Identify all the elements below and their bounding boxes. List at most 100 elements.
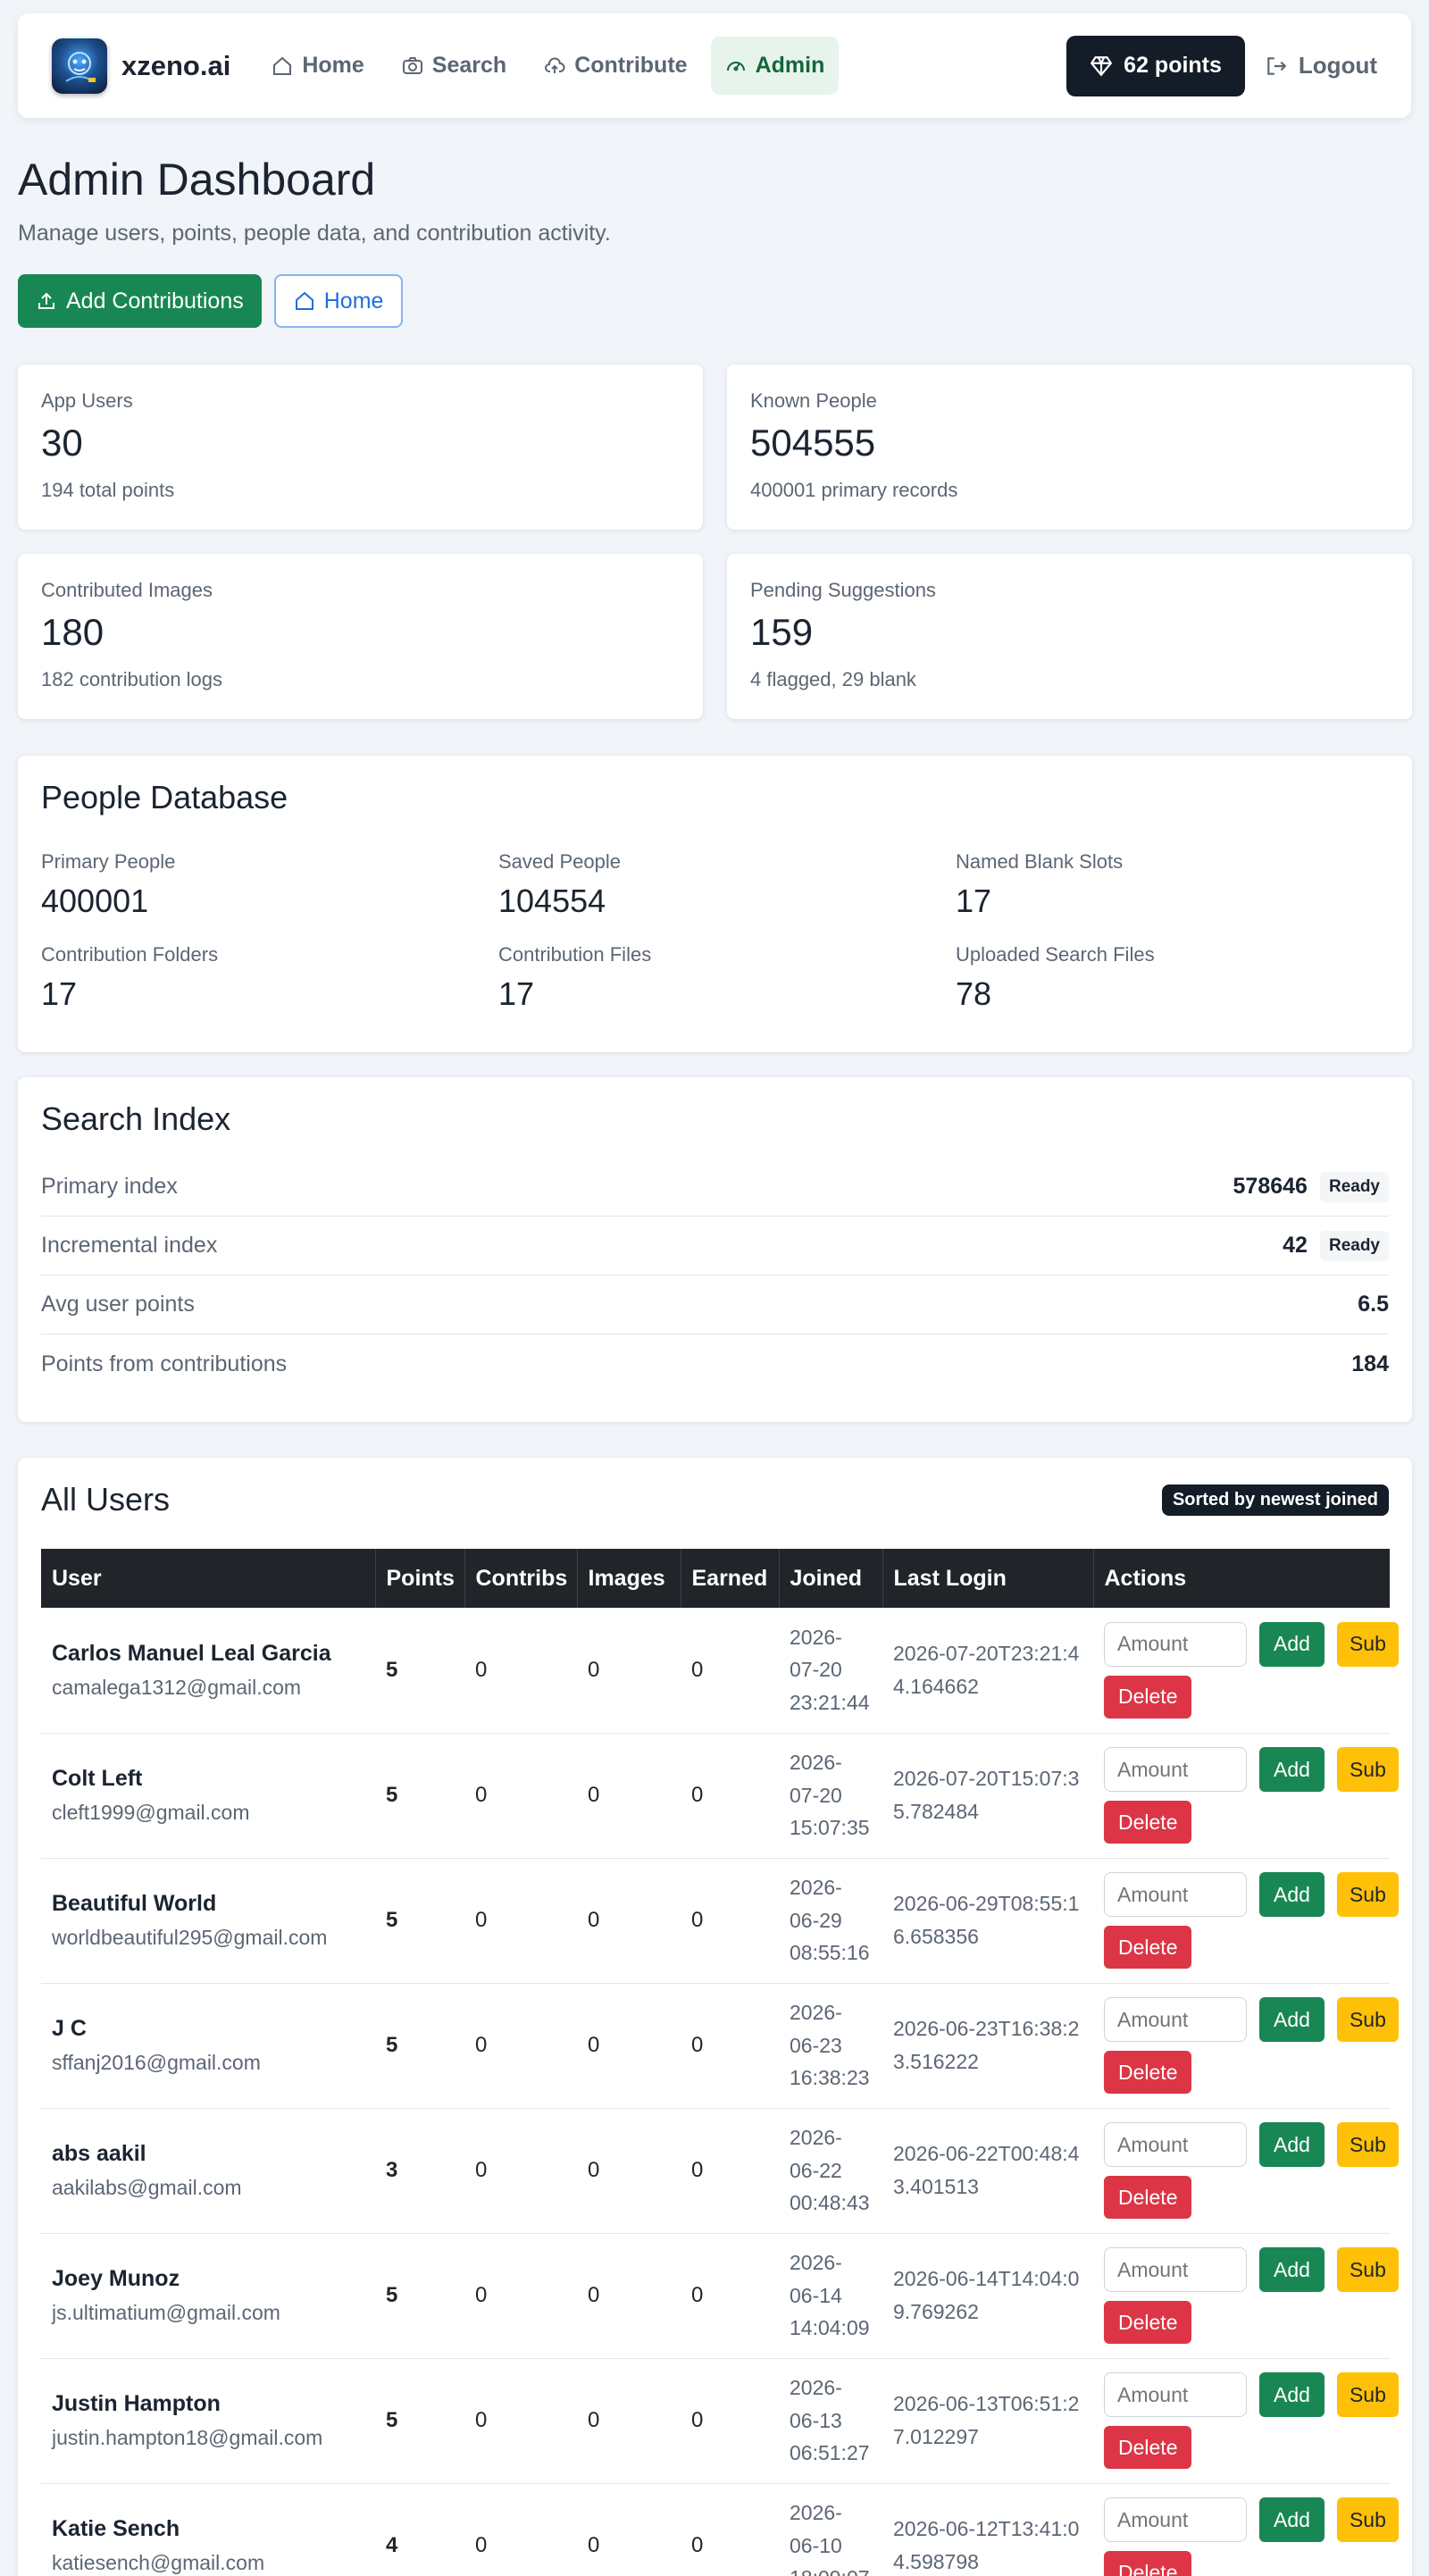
column-header[interactable]: User — [41, 1549, 376, 1608]
nav-link-home[interactable]: Home — [257, 37, 378, 95]
subtract-points-button[interactable]: Sub — [1336, 2497, 1399, 2542]
column-header[interactable]: Points — [375, 1549, 465, 1608]
delete-user-button[interactable]: Delete — [1104, 2426, 1192, 2469]
points-value: 5 — [386, 1657, 398, 1682]
last-login-value: 2026-06-23T16:38:23.516222 — [893, 2017, 1080, 2073]
user-cell: Colt Left cleft1999@gmail.com — [41, 1733, 375, 1859]
amount-input[interactable] — [1104, 2497, 1247, 2542]
home-button[interactable]: Home — [273, 274, 404, 328]
contribs-value: 0 — [475, 2283, 488, 2307]
user-name: Joey Munoz — [52, 2266, 180, 2291]
stat-card-known-people: Known People 504555 400001 primary recor… — [727, 364, 1412, 530]
delete-user-button[interactable]: Delete — [1104, 2176, 1192, 2219]
button-label: Home — [323, 288, 384, 314]
stat-value: 159 — [750, 611, 814, 653]
user-cell: Joey Munoz js.ultimatium@gmail.com — [41, 2233, 375, 2359]
stat-label: App Users — [41, 389, 133, 412]
logout-label: Logout — [1298, 52, 1377, 79]
brand-name: xzeno.ai — [121, 49, 231, 81]
db-item-named-blank-slots: Named Blank Slots 17 — [956, 850, 1384, 920]
points-badge[interactable]: 62 points — [1066, 35, 1245, 96]
user-name: Colt Left — [52, 1766, 143, 1791]
subtract-points-button[interactable]: Sub — [1336, 2122, 1399, 2167]
amount-input[interactable] — [1104, 2122, 1247, 2167]
user-name: Beautiful World — [52, 1891, 217, 1916]
subtract-points-button[interactable]: Sub — [1336, 1621, 1399, 1667]
subtract-points-button[interactable]: Sub — [1336, 1997, 1399, 2042]
stat-value: 30 — [41, 422, 83, 464]
delete-user-button[interactable]: Delete — [1104, 2301, 1192, 2344]
delete-user-button[interactable]: Delete — [1104, 2051, 1192, 2094]
column-header[interactable]: Earned — [681, 1549, 780, 1608]
column-header[interactable]: Last Login — [882, 1549, 1094, 1608]
user-cell: abs aakil aakilabs@gmail.com — [41, 2108, 375, 2234]
subtract-points-button[interactable]: Sub — [1336, 2247, 1399, 2292]
db-value: 17 — [41, 975, 78, 1012]
add-points-button[interactable]: Add — [1259, 2247, 1325, 2292]
earned-value: 0 — [691, 1657, 704, 1682]
column-header[interactable]: Actions — [1093, 1549, 1390, 1608]
db-item-uploaded-search-files: Uploaded Search Files 78 — [956, 943, 1384, 1013]
add-points-button[interactable]: Add — [1259, 2122, 1325, 2167]
amount-input[interactable] — [1104, 2372, 1247, 2417]
joined-value: 2026-06-23 16:38:23 — [779, 1983, 882, 2109]
table-row: Joey Munoz js.ultimatium@gmail.com 5 0 0… — [41, 2233, 1399, 2359]
user-email: camalega1312@gmail.com — [52, 1675, 302, 1699]
images-value: 0 — [588, 2408, 600, 2432]
subtract-points-button[interactable]: Sub — [1336, 1747, 1399, 1792]
amount-input[interactable] — [1104, 1747, 1247, 1792]
brand[interactable]: xzeno.ai — [52, 38, 230, 94]
images-value: 0 — [588, 1657, 600, 1682]
amount-input[interactable] — [1104, 1997, 1247, 2042]
table-row: Colt Left cleft1999@gmail.com 5 0 0 0 20… — [41, 1733, 1399, 1859]
add-points-button[interactable]: Add — [1259, 1747, 1325, 1792]
earned-value: 0 — [691, 2533, 704, 2557]
column-header[interactable]: Joined — [779, 1549, 883, 1608]
delete-user-button[interactable]: Delete — [1104, 1675, 1192, 1719]
add-contributions-button[interactable]: Add Contributions — [18, 274, 262, 328]
add-points-button[interactable]: Add — [1259, 2372, 1325, 2417]
column-header[interactable]: Images — [577, 1549, 681, 1608]
nav-link-admin[interactable]: Admin — [710, 37, 840, 95]
joined-value: 2026-06-13 06:51:27 — [779, 2358, 882, 2484]
all-users-card: All Users Sorted by newest joined User P… — [18, 1458, 1412, 2576]
contribs-value: 0 — [475, 2408, 488, 2432]
table-row: Carlos Manuel Leal Garcia camalega1312@g… — [41, 1608, 1399, 1734]
points-label: 62 points — [1124, 53, 1222, 78]
last-login-value: 2026-06-29T08:55:16.658356 — [893, 1892, 1080, 1948]
column-header[interactable]: Contribs — [464, 1549, 578, 1608]
db-value: 17 — [498, 975, 535, 1012]
amount-input[interactable] — [1104, 1621, 1247, 1667]
stat-label: Contributed Images — [41, 579, 213, 601]
amount-input[interactable] — [1104, 2247, 1247, 2292]
nav-link-search[interactable]: Search — [388, 37, 521, 95]
delete-user-button[interactable]: Delete — [1104, 2551, 1192, 2576]
add-points-button[interactable]: Add — [1259, 2497, 1325, 2542]
last-login-value: 2026-06-14T14:04:09.769262 — [893, 2267, 1080, 2323]
subtract-points-button[interactable]: Sub — [1336, 1872, 1399, 1917]
amount-input[interactable] — [1104, 1872, 1247, 1917]
nav-link-contribute[interactable]: Contribute — [530, 37, 701, 95]
row-actions: Add Sub Delete — [1104, 1997, 1399, 2094]
subtract-points-button[interactable]: Sub — [1336, 2372, 1399, 2417]
points-value: 5 — [386, 2033, 398, 2057]
user-cell: J C sffanj2016@gmail.com — [41, 1983, 375, 2109]
delete-user-button[interactable]: Delete — [1104, 1801, 1192, 1844]
contribs-value: 0 — [475, 2533, 488, 2557]
index-row-contrib-points: Points from contributions 184 — [41, 1334, 1389, 1393]
add-points-button[interactable]: Add — [1259, 1621, 1325, 1667]
user-name: Carlos Manuel Leal Garcia — [52, 1640, 331, 1666]
table-row: J C sffanj2016@gmail.com 5 0 0 0 2026-06… — [41, 1983, 1399, 2109]
section-title: Search Index — [41, 1100, 231, 1137]
section-title: People Database — [41, 779, 288, 815]
logout-button[interactable]: Logout — [1265, 52, 1377, 79]
earned-value: 0 — [691, 2033, 704, 2057]
joined-value: 2026-07-20 15:07:35 — [779, 1733, 882, 1859]
earned-value: 0 — [691, 2283, 704, 2307]
last-login-value: 2026-06-12T13:41:04.598798 — [893, 2517, 1080, 2573]
brand-logo-icon — [52, 38, 107, 94]
add-points-button[interactable]: Add — [1259, 1997, 1325, 2042]
db-label: Primary People — [41, 850, 176, 873]
delete-user-button[interactable]: Delete — [1104, 1926, 1192, 1969]
add-points-button[interactable]: Add — [1259, 1872, 1325, 1917]
